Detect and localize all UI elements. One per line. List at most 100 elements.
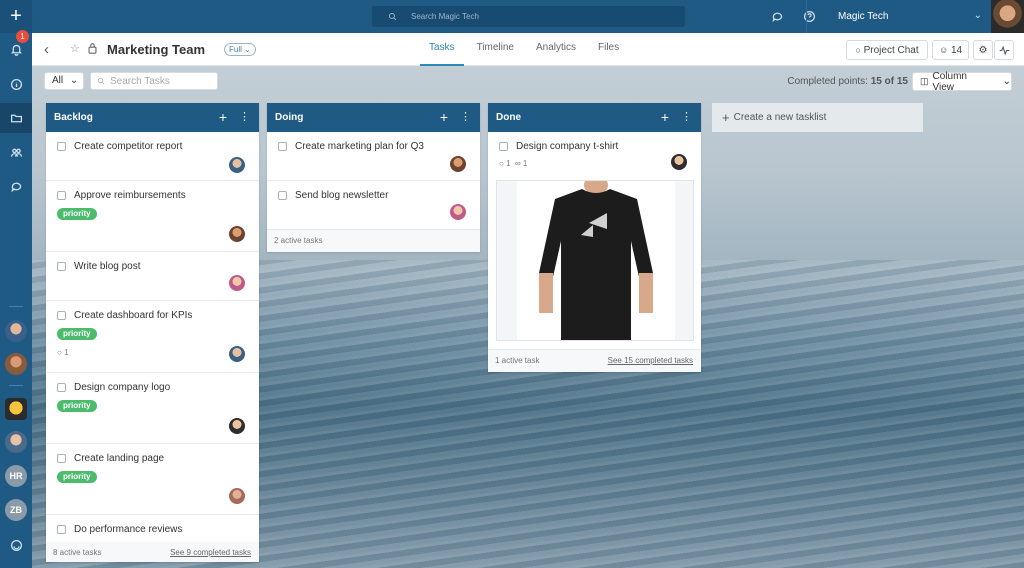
add-task-icon[interactable]: + bbox=[440, 109, 448, 125]
activity-button[interactable] bbox=[994, 40, 1014, 60]
create-tasklist-label: Create a new tasklist bbox=[733, 112, 827, 123]
chat-button[interactable] bbox=[0, 171, 32, 201]
support-button[interactable] bbox=[0, 530, 32, 560]
tab-tasks[interactable]: Tasks bbox=[420, 33, 464, 66]
tasklist-doing: Doing + ⋮ Create marketing plan for Q3 S… bbox=[267, 103, 480, 252]
task-card[interactable]: Design company logo priority bbox=[46, 373, 259, 444]
task-title: Create marketing plan for Q3 bbox=[295, 141, 424, 152]
task-checkbox[interactable] bbox=[57, 525, 66, 534]
avatar[interactable] bbox=[5, 398, 27, 420]
person-icon: ☺ bbox=[938, 45, 949, 55]
member-count: 14 bbox=[950, 44, 963, 56]
tshirt-image[interactable] bbox=[496, 180, 694, 341]
gear-icon: ⚙ bbox=[978, 44, 988, 56]
add-task-icon[interactable]: + bbox=[661, 109, 669, 125]
rail-divider bbox=[9, 306, 23, 307]
filter-value: All bbox=[52, 75, 64, 86]
avatar-zb[interactable]: ZB bbox=[5, 499, 27, 521]
tab-files[interactable]: Files bbox=[589, 33, 628, 66]
search-icon bbox=[388, 12, 397, 21]
task-card[interactable]: Approve reimbursements priority bbox=[46, 181, 259, 252]
task-checkbox[interactable] bbox=[57, 262, 66, 271]
tshirt-illustration bbox=[517, 181, 675, 340]
task-card[interactable]: Create dashboard for KPIs priority ○ 1 bbox=[46, 301, 259, 373]
tasklist-done: Done + ⋮ Design company t-shirt ○ 1 ∞ 1 … bbox=[488, 103, 701, 372]
star-icon[interactable]: ☆ bbox=[70, 42, 80, 55]
active-task-count: 8 active tasks bbox=[53, 548, 102, 557]
assignee-avatar bbox=[229, 157, 245, 173]
task-title: Approve reimbursements bbox=[74, 190, 186, 201]
global-search-placeholder: Search Magic Tech bbox=[411, 12, 479, 21]
support-icon bbox=[10, 539, 22, 551]
project-chat-button[interactable]: ○ Project Chat bbox=[846, 40, 928, 60]
task-card[interactable]: Send blog newsletter bbox=[267, 181, 480, 230]
project-chat-label: Project Chat bbox=[863, 44, 919, 56]
assignee-avatar bbox=[450, 204, 466, 220]
task-checkbox[interactable] bbox=[57, 311, 66, 320]
view-select[interactable]: ◫ Column View ⌄ bbox=[912, 70, 1012, 93]
priority-tag: priority bbox=[57, 400, 97, 412]
more-icon[interactable]: ⋮ bbox=[239, 110, 250, 123]
task-card[interactable]: Create competitor report bbox=[46, 132, 259, 181]
plus-icon: + bbox=[722, 110, 730, 125]
tasklist-header: Done + ⋮ bbox=[488, 103, 701, 132]
avatar[interactable] bbox=[5, 431, 27, 453]
settings-button[interactable]: ⚙ bbox=[973, 40, 993, 60]
global-search-input[interactable]: Search Magic Tech bbox=[372, 6, 685, 27]
create-tasklist-button[interactable]: + Create a new tasklist bbox=[712, 103, 923, 132]
task-checkbox[interactable] bbox=[57, 383, 66, 392]
task-card[interactable]: Create landing page priority bbox=[46, 444, 259, 515]
tasklist-title: Doing bbox=[275, 112, 304, 123]
folder-icon bbox=[10, 114, 22, 122]
add-icon[interactable]: + bbox=[0, 0, 32, 33]
task-checkbox[interactable] bbox=[57, 454, 66, 463]
task-card[interactable]: Create marketing plan for Q3 bbox=[267, 132, 480, 181]
page-title: Marketing Team bbox=[107, 42, 206, 57]
task-card[interactable]: Do performance reviews bbox=[46, 515, 259, 542]
back-arrow-icon[interactable]: ‹ bbox=[44, 41, 49, 58]
task-card[interactable]: Design company t-shirt ○ 1 ∞ 1 bbox=[488, 132, 701, 350]
task-list: Create competitor report Approve reimbur… bbox=[46, 132, 259, 542]
task-meta: ○ 1 ∞ 1 bbox=[499, 159, 527, 168]
more-icon[interactable]: ⋮ bbox=[460, 110, 471, 123]
more-icon[interactable]: ⋮ bbox=[681, 110, 692, 123]
chevron-down-icon: ⌄ bbox=[973, 10, 982, 21]
avatar-hr[interactable]: HR bbox=[5, 465, 27, 487]
task-search-placeholder: Search Tasks bbox=[110, 75, 170, 87]
tasklist-footer: 8 active tasks See 9 completed tasks bbox=[46, 542, 259, 562]
task-card[interactable]: Write blog post bbox=[46, 252, 259, 301]
company-switcher[interactable]: Magic Tech ⌄ bbox=[806, 0, 990, 33]
task-search-input[interactable]: Search Tasks bbox=[90, 72, 218, 90]
chevron-down-icon: ⌄ bbox=[1002, 76, 1011, 87]
active-task-count: 1 active task bbox=[495, 356, 540, 365]
task-checkbox[interactable] bbox=[499, 142, 508, 151]
people-button[interactable] bbox=[0, 137, 32, 167]
tasklist-footer: 1 active task See 15 completed tasks bbox=[488, 350, 701, 372]
filter-select[interactable]: All ⌄ bbox=[44, 72, 84, 90]
task-checkbox[interactable] bbox=[278, 191, 287, 200]
task-title: Design company logo bbox=[74, 382, 171, 393]
comment-icon: ○ bbox=[57, 348, 62, 357]
assignee-avatar bbox=[450, 156, 466, 172]
tab-timeline[interactable]: Timeline bbox=[468, 33, 523, 66]
task-checkbox[interactable] bbox=[57, 142, 66, 151]
assignee-avatar bbox=[671, 154, 687, 170]
task-checkbox[interactable] bbox=[57, 191, 66, 200]
visibility-dropdown[interactable]: Full ⌄ bbox=[224, 43, 256, 56]
view-label: Column View bbox=[932, 70, 967, 93]
messages-icon[interactable] bbox=[771, 10, 784, 23]
notifications-button[interactable]: 1 bbox=[0, 30, 32, 64]
task-checkbox[interactable] bbox=[278, 142, 287, 151]
completed-tasks-link[interactable]: See 9 completed tasks bbox=[170, 548, 251, 557]
tab-analytics[interactable]: Analytics bbox=[527, 33, 585, 66]
completed-tasks-link[interactable]: See 15 completed tasks bbox=[608, 356, 693, 365]
task-title: Create competitor report bbox=[74, 141, 183, 152]
chevron-down-icon: ⌄ bbox=[244, 45, 251, 54]
avatar[interactable] bbox=[5, 320, 27, 342]
add-task-icon[interactable]: + bbox=[219, 109, 227, 125]
info-button[interactable] bbox=[0, 69, 32, 99]
avatar[interactable] bbox=[5, 353, 27, 375]
user-avatar[interactable] bbox=[991, 0, 1024, 33]
projects-button[interactable] bbox=[0, 103, 32, 133]
members-button[interactable]: ☺ 14 bbox=[932, 40, 969, 60]
